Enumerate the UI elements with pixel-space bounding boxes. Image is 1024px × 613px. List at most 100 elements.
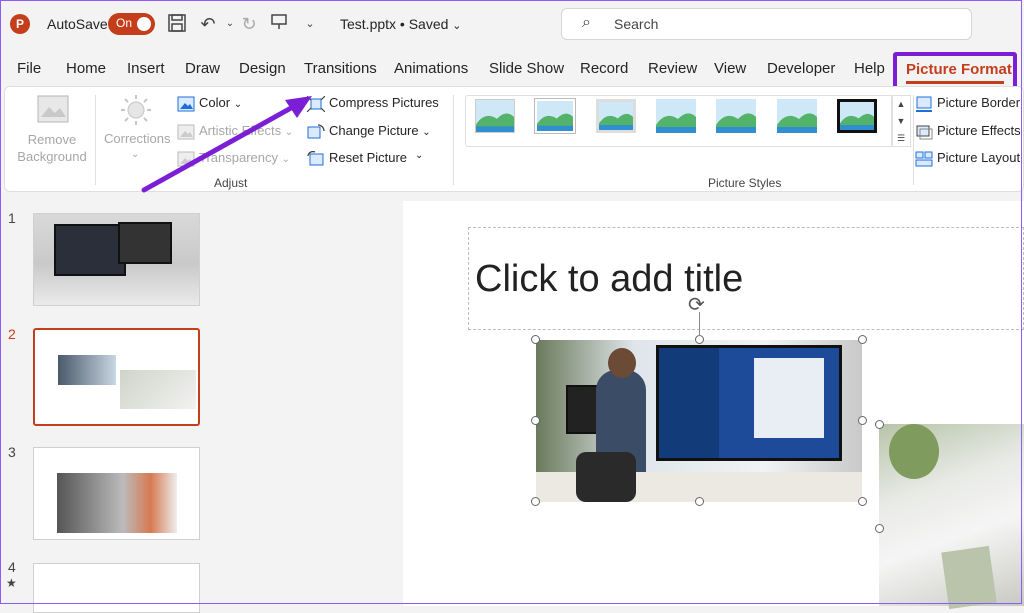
- slide-thumbnail-panel: 1 2 3 4 ★: [0, 193, 226, 606]
- compress-pictures-button[interactable]: Compress Pictures: [307, 95, 439, 112]
- resize-handle[interactable]: [531, 416, 540, 425]
- adjust-group-label: Adjust: [214, 176, 247, 190]
- tab-draw[interactable]: Draw: [185, 60, 220, 77]
- reset-picture-icon: [307, 151, 325, 167]
- slide-number: 4: [8, 559, 16, 575]
- tab-picture-format-label: Picture Format: [906, 61, 1012, 78]
- gallery-up-icon[interactable]: ▲: [892, 96, 910, 113]
- picture-style-7[interactable]: [837, 99, 877, 133]
- chevron-down-icon: ⌄: [234, 99, 242, 110]
- transparency-button[interactable]: Transparency ⌄: [177, 150, 290, 167]
- corrections-icon: [119, 95, 153, 130]
- picture-style-4[interactable]: [656, 99, 696, 133]
- tab-developer[interactable]: Developer: [767, 60, 835, 77]
- picture-style-2[interactable]: [535, 99, 575, 133]
- picture-layout-button[interactable]: Picture Layout ⌄: [915, 150, 1024, 167]
- undo-icon[interactable]: ↶: [197, 13, 219, 35]
- code-pane: [659, 348, 719, 458]
- file-name-text: Test.pptx • Saved: [340, 16, 448, 32]
- head-shape: [608, 348, 636, 378]
- plant-shape: [889, 424, 939, 479]
- resize-handle[interactable]: [858, 416, 867, 425]
- gallery-controls: ▲ ▼ ☰: [891, 95, 911, 147]
- resize-handle[interactable]: [858, 335, 867, 344]
- picture-style-6[interactable]: [777, 99, 817, 133]
- picture-border-button[interactable]: Picture Border ⌄: [915, 95, 1024, 112]
- title-placeholder[interactable]: Click to add title: [468, 227, 1024, 330]
- artistic-effects-button[interactable]: Artistic Effects ⌄: [177, 123, 293, 140]
- save-icon[interactable]: [166, 13, 188, 35]
- resize-handle[interactable]: [531, 335, 540, 344]
- active-tab-underline: [906, 81, 1004, 84]
- picture-border-label: Picture Border: [937, 95, 1020, 110]
- resize-handle[interactable]: [531, 497, 540, 506]
- ultrawide-monitor-shape: [656, 345, 842, 461]
- picture-styles-group-label: Picture Styles: [708, 176, 781, 190]
- color-button[interactable]: Color ⌄: [177, 95, 242, 112]
- tab-design[interactable]: Design: [239, 60, 286, 77]
- resize-handle[interactable]: [858, 497, 867, 506]
- change-picture-button[interactable]: Change Picture ⌄: [307, 123, 431, 140]
- search-box[interactable]: ⌕ Search: [561, 8, 972, 40]
- reset-picture-button[interactable]: Reset Picture: [307, 150, 407, 167]
- transparency-icon: [177, 151, 195, 167]
- reset-picture-dropdown-icon[interactable]: ⌄: [415, 150, 423, 161]
- web-pane: [754, 358, 824, 438]
- tab-review[interactable]: Review: [648, 60, 697, 77]
- slide-picture-selected[interactable]: [536, 340, 862, 502]
- picture-style-1[interactable]: [475, 99, 515, 133]
- gallery-more-icon[interactable]: ☰: [892, 130, 910, 147]
- resize-handle[interactable]: [695, 497, 704, 506]
- tab-record[interactable]: Record: [580, 60, 628, 77]
- corrections-button[interactable]: Corrections: [104, 131, 170, 146]
- slide-3-photo: [57, 473, 177, 533]
- tab-file[interactable]: File: [17, 60, 41, 77]
- tab-slide-show[interactable]: Slide Show: [489, 60, 564, 77]
- change-picture-icon: [307, 124, 325, 140]
- corrections-dropdown-icon[interactable]: ⌄: [131, 149, 139, 160]
- ribbon-tabs: File Home Insert Draw Design Transitions…: [0, 52, 1024, 86]
- rotate-handle-line: [699, 312, 700, 336]
- tab-transitions[interactable]: Transitions: [304, 60, 377, 77]
- present-icon[interactable]: [268, 13, 290, 35]
- slide-picture-laptop[interactable]: [879, 424, 1024, 606]
- tab-picture-format[interactable]: Picture Format: [893, 52, 1017, 90]
- picture-effects-button[interactable]: Picture Effects ⌄: [915, 123, 1024, 140]
- resize-handle[interactable]: [695, 335, 704, 344]
- rotate-handle-icon[interactable]: ⟳: [688, 292, 705, 317]
- picture-style-3[interactable]: [596, 99, 636, 133]
- resize-handle[interactable]: [875, 420, 884, 429]
- autosave-state: On: [116, 16, 132, 30]
- slide-thumbnail-2[interactable]: [33, 328, 200, 426]
- slide-thumbnail-1[interactable]: [33, 213, 200, 306]
- autosave-label: AutoSave: [47, 16, 108, 32]
- compress-pictures-label: Compress Pictures: [329, 95, 439, 110]
- slide-thumbnail-3[interactable]: [33, 447, 200, 540]
- chevron-down-icon: ⌄: [422, 127, 430, 138]
- picture-style-5[interactable]: [716, 99, 756, 133]
- compress-pictures-icon: [307, 96, 325, 112]
- file-name[interactable]: Test.pptx • Saved ⌄: [340, 16, 462, 32]
- monitor-shape: [54, 224, 126, 276]
- slide-number: 1: [8, 210, 16, 226]
- autosave-toggle[interactable]: On: [108, 13, 155, 35]
- gallery-down-icon[interactable]: ▼: [892, 113, 910, 130]
- tab-view[interactable]: View: [714, 60, 746, 77]
- star-icon: ★: [6, 576, 17, 590]
- redo-icon[interactable]: ↻: [238, 13, 260, 35]
- tab-home[interactable]: Home: [66, 60, 106, 77]
- tab-help[interactable]: Help: [854, 60, 885, 77]
- customize-toolbar-icon[interactable]: ⌄: [299, 13, 321, 35]
- artistic-effects-label: Artistic Effects: [199, 123, 281, 138]
- remove-background-button[interactable]: Remove Background: [17, 131, 87, 165]
- slide-number: 2: [8, 326, 16, 342]
- tab-animations[interactable]: Animations: [394, 60, 468, 77]
- ribbon: Remove Background Corrections ⌄ Color ⌄ …: [4, 86, 1024, 192]
- slide-2-photo-b: [120, 370, 196, 409]
- change-picture-label: Change Picture: [329, 123, 419, 138]
- toggle-knob: [137, 17, 151, 31]
- chevron-down-icon: ⌄: [285, 127, 293, 138]
- picture-border-icon: [915, 96, 933, 112]
- tab-insert[interactable]: Insert: [127, 60, 165, 77]
- resize-handle[interactable]: [875, 524, 884, 533]
